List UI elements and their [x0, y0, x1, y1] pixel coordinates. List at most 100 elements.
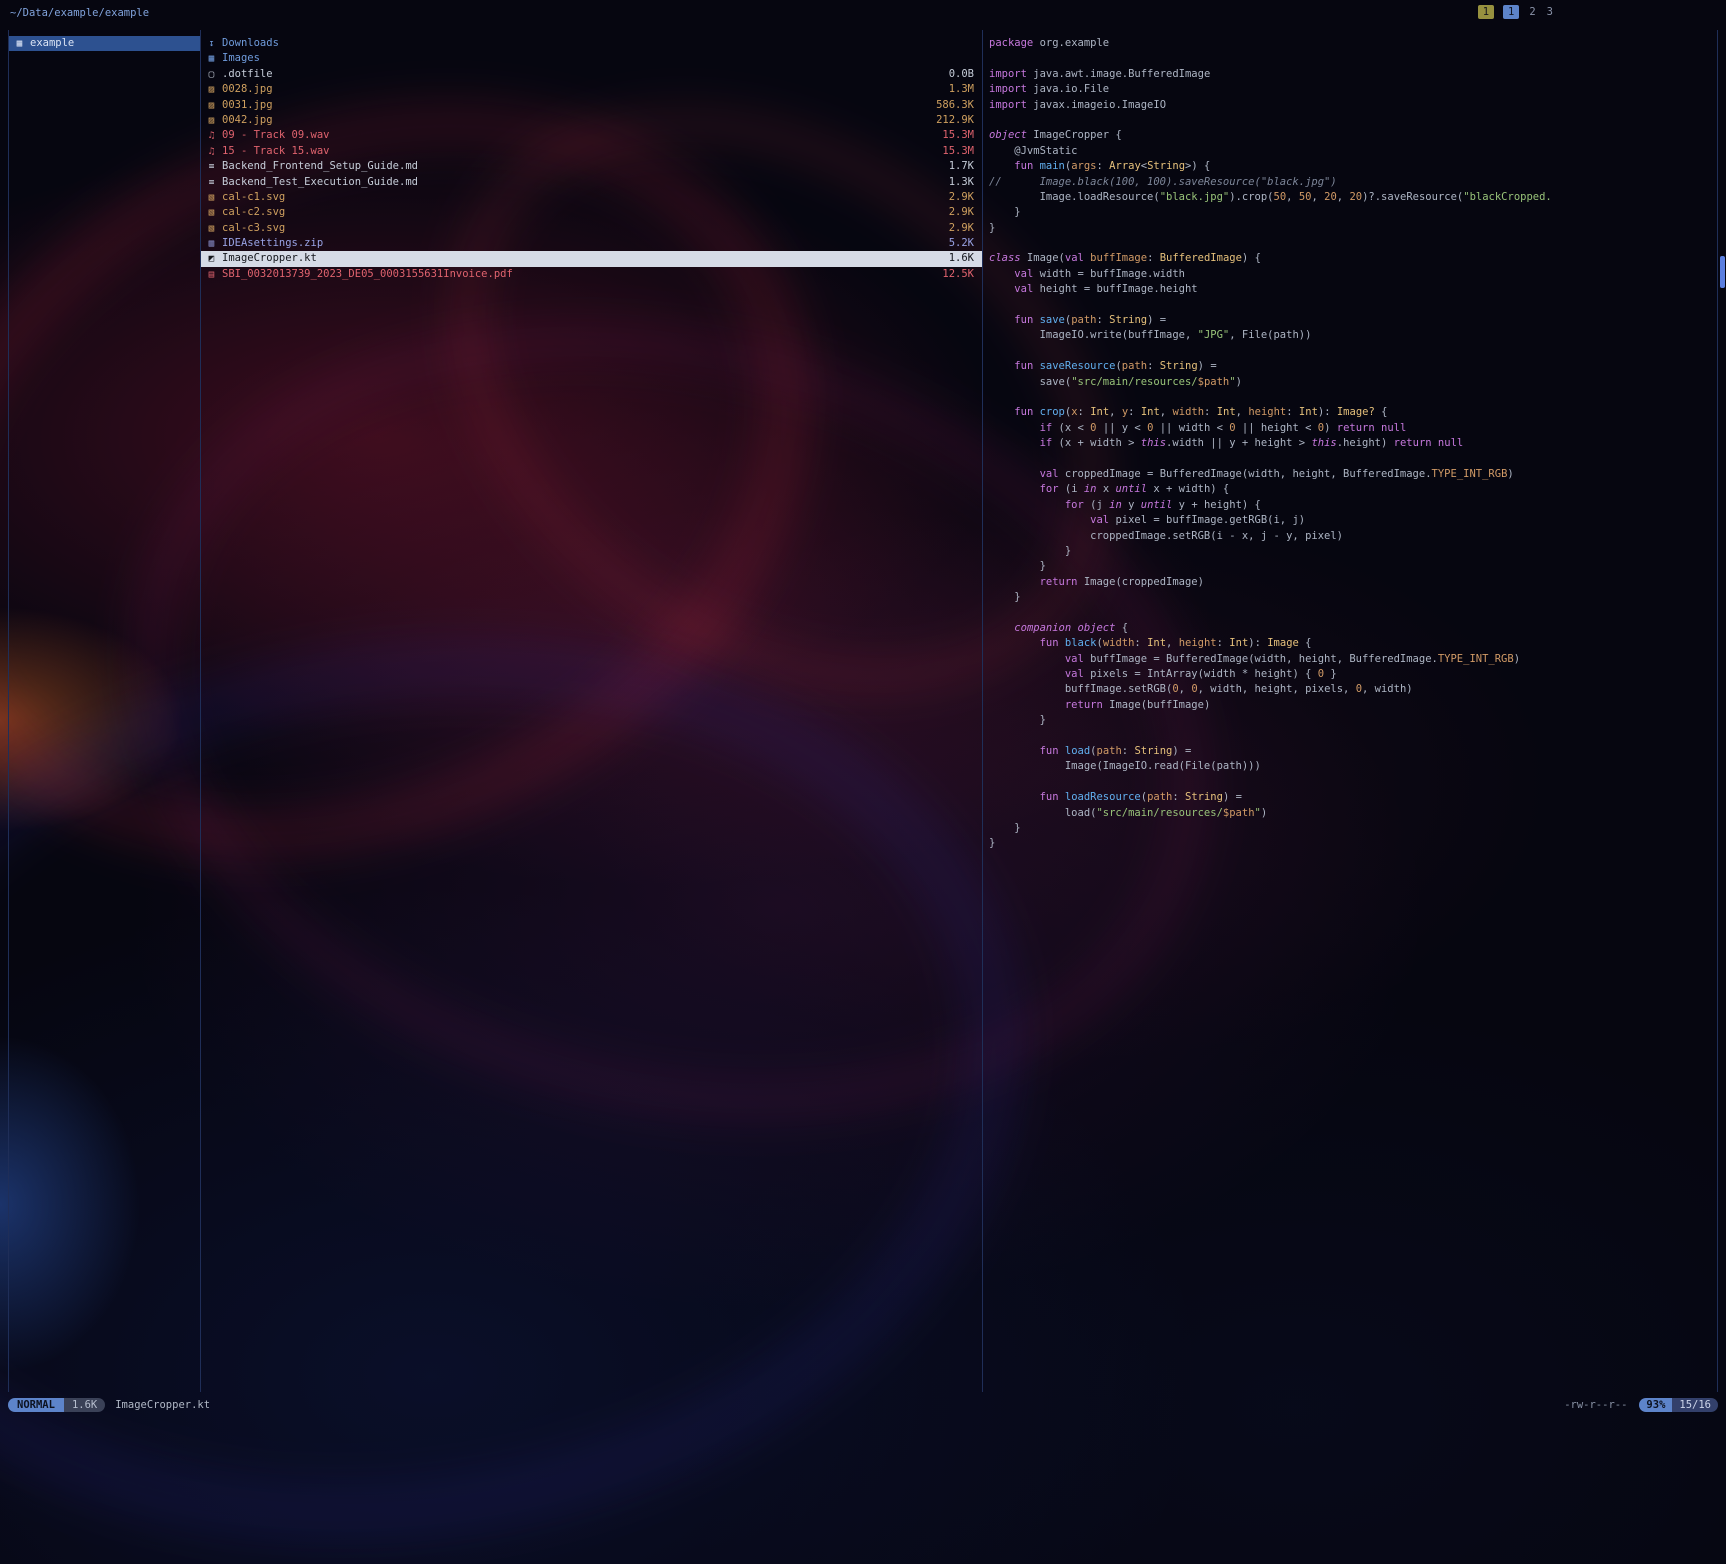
- code-token: Int: [1299, 406, 1318, 418]
- code-line: [989, 775, 1717, 790]
- code-token: [989, 745, 1040, 757]
- code-token: height = buffImage.height: [1033, 283, 1197, 295]
- file-name: 0042.jpg: [222, 113, 928, 128]
- code-token: package: [989, 37, 1033, 49]
- code-token: this: [1141, 437, 1166, 449]
- code-token: String: [1134, 745, 1172, 757]
- file-row[interactable]: ▥IDEAsettings.zip5.2K: [201, 236, 982, 251]
- tab-2[interactable]: 1: [1503, 5, 1519, 19]
- code-line: object ImageCropper {: [989, 128, 1717, 143]
- zip-file-icon: ▥: [205, 236, 218, 251]
- file-name: cal-c3.svg: [222, 221, 941, 236]
- code-token: "black.jpg": [1160, 191, 1230, 203]
- code-token: Image?: [1337, 406, 1375, 418]
- code-token: Image(croppedImage): [1078, 576, 1204, 588]
- code-token: buffImage.setRGB(: [989, 683, 1172, 695]
- code-line: return Image(croppedImage): [989, 575, 1717, 590]
- code-token: val: [1065, 653, 1084, 665]
- code-token: // Image.black(100, 100).saveResource("b…: [989, 176, 1337, 188]
- code-token: TYPE_INT_RGB: [1432, 468, 1508, 480]
- tab-3[interactable]: 2: [1528, 5, 1536, 19]
- code-token: buffImage = BufferedImage(width, height,…: [1084, 653, 1438, 665]
- code-token: .width || y + height >: [1166, 437, 1311, 449]
- code-token: this: [1311, 437, 1336, 449]
- code-line: ImageIO.write(buffImage, "JPG", File(pat…: [989, 328, 1717, 343]
- code-token: ).crop(: [1229, 191, 1273, 203]
- file-name: 09 - Track 09.wav: [222, 128, 934, 143]
- code-token: [989, 360, 1014, 372]
- code-token: }: [989, 591, 1021, 603]
- file-row[interactable]: ▧cal-c2.svg2.9K: [201, 205, 982, 220]
- code-token: null: [1381, 422, 1406, 434]
- code-token: , width): [1362, 683, 1413, 695]
- code-token: java.io.File: [1027, 83, 1109, 95]
- code-token: val: [1090, 514, 1109, 526]
- file-row[interactable]: ♫15 - Track 15.wav15.3M: [201, 144, 982, 159]
- code-line: }: [989, 205, 1717, 220]
- file-name: .dotfile: [222, 67, 941, 82]
- code-preview: package org.example import java.awt.imag…: [983, 36, 1717, 852]
- svg-file-icon: ▧: [205, 221, 218, 236]
- code-token: width: [1172, 406, 1204, 418]
- file-row[interactable]: ▧cal-c1.svg2.9K: [201, 190, 982, 205]
- file-row[interactable]: ▢.dotfile0.0B: [201, 67, 982, 82]
- file-row[interactable]: ≡Backend_Frontend_Setup_Guide.md1.7K: [201, 159, 982, 174]
- code-token: Array: [1109, 160, 1141, 172]
- file-position-badge: 15/16: [1672, 1398, 1718, 1412]
- kotlin-file-icon: ◩: [205, 251, 218, 266]
- code-token: buffImage: [1090, 252, 1147, 264]
- tab-4[interactable]: 3: [1546, 5, 1554, 19]
- code-token: val: [1040, 468, 1059, 480]
- code-token: || width <: [1153, 422, 1229, 434]
- code-token: path: [1122, 360, 1147, 372]
- code-token: (x + width >: [1052, 437, 1141, 449]
- code-token: args: [1071, 160, 1096, 172]
- files-pane: ↧Downloads▦Images▢.dotfile0.0B▨0028.jpg1…: [200, 30, 982, 1392]
- code-token: {: [1299, 637, 1312, 649]
- file-row[interactable]: ↧Downloads: [201, 36, 982, 51]
- code-token: [989, 699, 1065, 711]
- file-row[interactable]: ♫09 - Track 09.wav15.3M: [201, 128, 982, 143]
- file-size: 1.3K: [949, 175, 974, 190]
- code-line: [989, 390, 1717, 405]
- file-row[interactable]: ▨0042.jpg212.9K: [201, 113, 982, 128]
- code-token: loadResource: [1065, 791, 1141, 803]
- code-token: [989, 576, 1040, 588]
- code-line: companion object {: [989, 621, 1717, 636]
- code-token: fun: [1040, 637, 1059, 649]
- code-token: until: [1115, 483, 1147, 495]
- file-row[interactable]: ▤SBI_0032013739_2023_DE05_0003155631Invo…: [201, 267, 982, 282]
- code-token: [989, 499, 1065, 511]
- code-token: import: [989, 83, 1027, 95]
- code-token: ,: [1109, 406, 1122, 418]
- tab-1[interactable]: 1: [1478, 5, 1494, 19]
- code-line: // Image.black(100, 100).saveResource("b…: [989, 175, 1717, 190]
- scrollbar-thumb[interactable]: [1720, 256, 1725, 288]
- code-token: load(: [989, 807, 1096, 819]
- file-row[interactable]: ▦Images: [201, 51, 982, 66]
- code-token: , width, height, pixels,: [1198, 683, 1356, 695]
- code-token: return: [1065, 699, 1103, 711]
- file-row[interactable]: ▨0031.jpg586.3K: [201, 98, 982, 113]
- file-size: 2.9K: [949, 190, 974, 205]
- code-token: ):: [1248, 637, 1267, 649]
- file-name: 0028.jpg: [222, 82, 941, 97]
- file-name: cal-c1.svg: [222, 190, 941, 205]
- file-row[interactable]: ▨0028.jpg1.3M: [201, 82, 982, 97]
- file-row[interactable]: ▦example: [9, 36, 200, 51]
- code-token: ,: [1337, 191, 1350, 203]
- file-row[interactable]: ▧cal-c3.svg2.9K: [201, 221, 982, 236]
- code-token: null: [1438, 437, 1463, 449]
- code-token: object: [989, 129, 1027, 141]
- code-token: fun: [1040, 745, 1059, 757]
- code-line: @JvmStatic: [989, 144, 1717, 159]
- file-row[interactable]: ◩ImageCropper.kt1.6K: [201, 251, 982, 266]
- file-row[interactable]: ≡Backend_Test_Execution_Guide.md1.3K: [201, 175, 982, 190]
- code-token: ,: [1311, 191, 1324, 203]
- code-token: load: [1065, 745, 1090, 757]
- code-token: >) {: [1185, 160, 1210, 172]
- code-token: @JvmStatic: [989, 145, 1078, 157]
- code-token: ,: [1236, 406, 1249, 418]
- code-token: width: [1103, 637, 1135, 649]
- code-line: if (x < 0 || y < 0 || width < 0 || heigh…: [989, 421, 1717, 436]
